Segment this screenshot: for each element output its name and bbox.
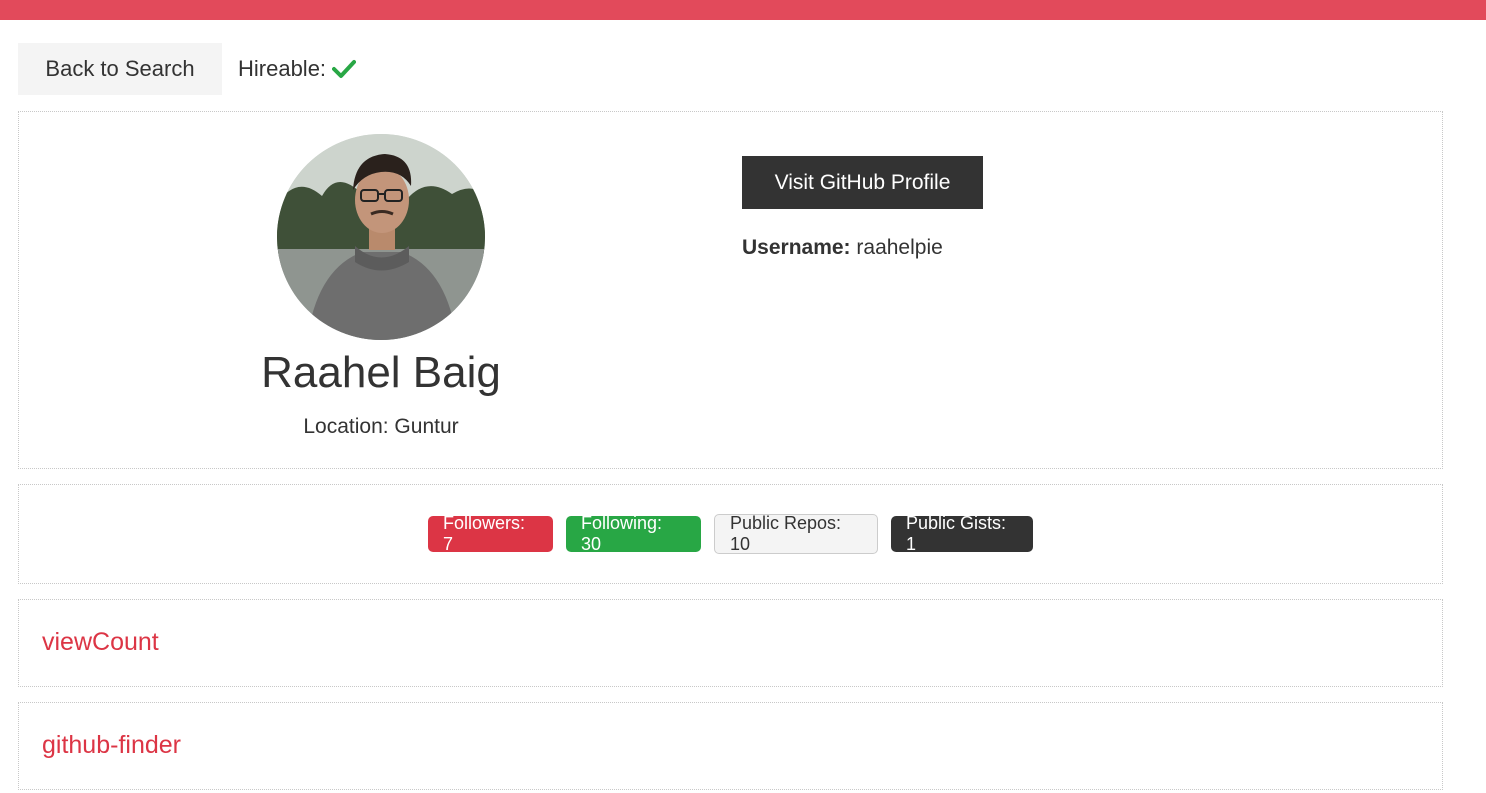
repo-card: viewCount — [18, 599, 1443, 687]
repo-link-viewcount[interactable]: viewCount — [42, 628, 159, 657]
hireable-status: Hireable: — [238, 56, 357, 82]
username-line: Username: raahelpie — [742, 236, 943, 260]
public-gists-badge: Public Gists: 1 — [891, 513, 1033, 554]
hireable-label: Hireable: — [238, 56, 327, 81]
followers-badge: Followers: 7 — [428, 513, 553, 554]
following-badge: Following: 30 — [566, 513, 701, 554]
repo-card: github-finder — [18, 702, 1443, 790]
avatar — [277, 134, 485, 340]
stats-badges: Followers: 7 Following: 30 Public Repos:… — [19, 513, 1442, 554]
username-value: raahelpie — [856, 236, 943, 259]
stats-card: Followers: 7 Following: 30 Public Repos:… — [18, 484, 1443, 584]
username-label: Username: — [742, 236, 851, 259]
check-icon — [332, 59, 357, 79]
profile-card: Raahel Baig Location: Guntur Visit GitHu… — [18, 111, 1443, 469]
profile-name: Raahel Baig — [261, 348, 501, 397]
top-accent-bar — [0, 0, 1486, 20]
public-repos-badge: Public Repos: 10 — [714, 513, 878, 554]
back-to-search-button[interactable]: Back to Search — [18, 43, 222, 95]
visit-github-profile-button[interactable]: Visit GitHub Profile — [742, 156, 983, 209]
profile-location: Location: Guntur — [303, 415, 459, 438]
repo-link-github-finder[interactable]: github-finder — [42, 731, 181, 760]
